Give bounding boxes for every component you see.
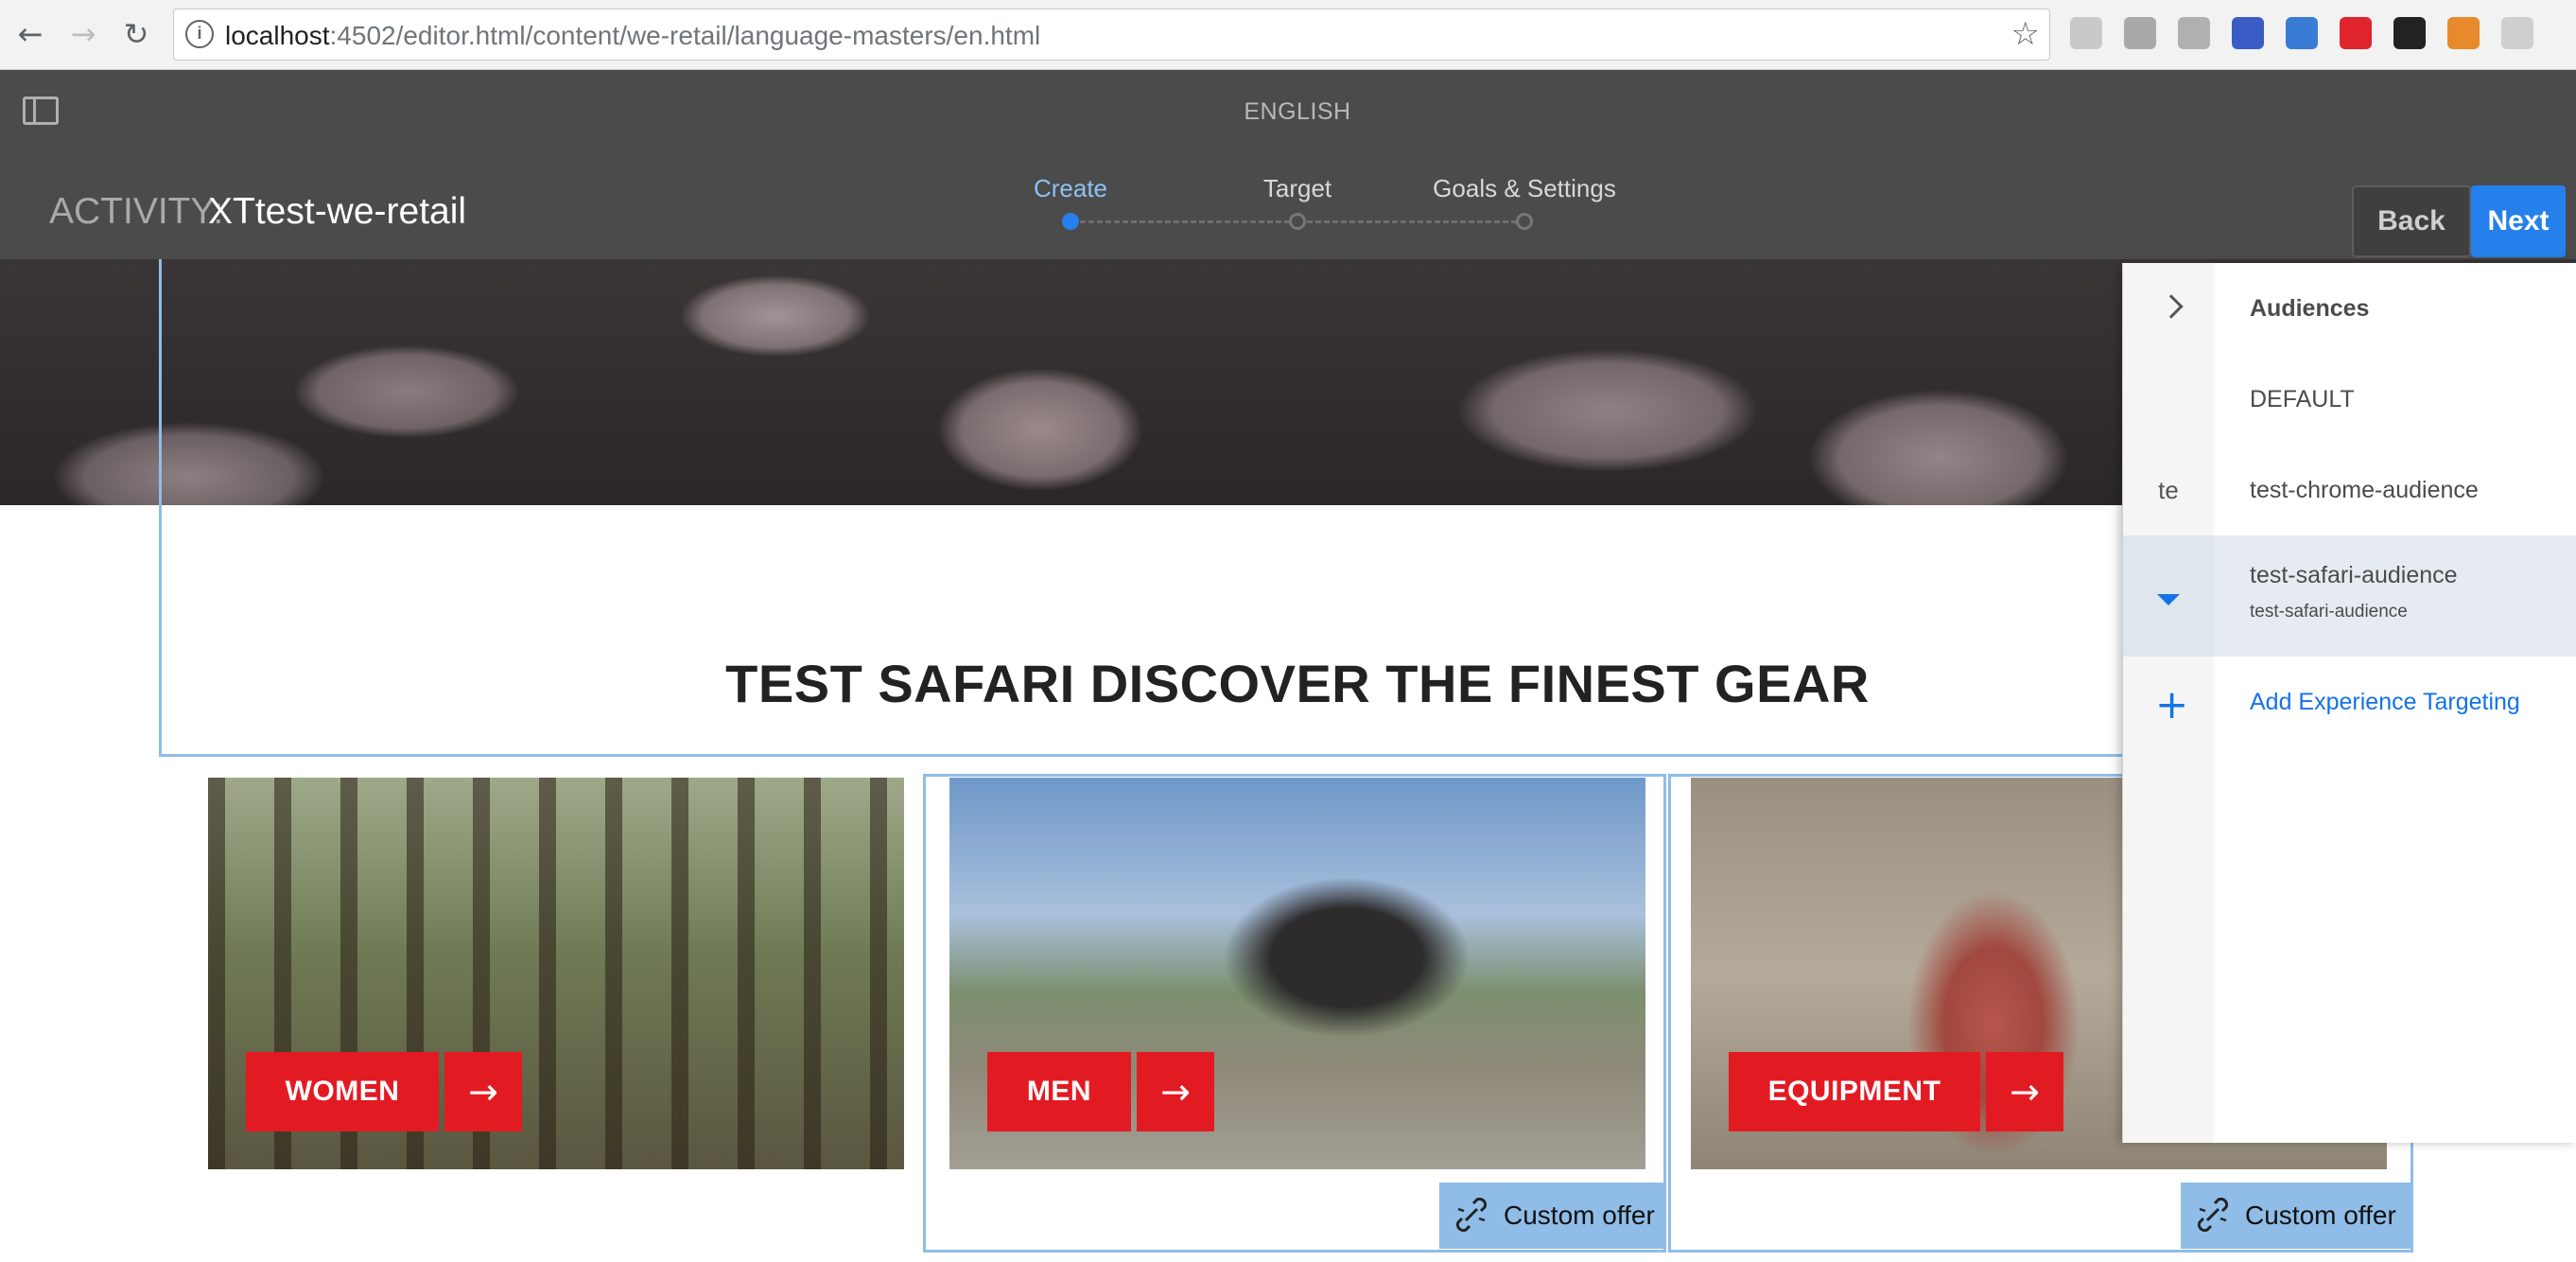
unlink-icon — [1455, 1198, 1488, 1232]
audiences-title: Audiences — [2250, 295, 2370, 322]
audience-row-gutter[interactable] — [2123, 535, 2214, 657]
browser-toolbar: ← → ↻ i localhost:4502/editor.html/conte… — [0, 0, 2576, 70]
step-dot-target — [1289, 213, 1306, 230]
audience-label: DEFAULT — [2250, 386, 2355, 412]
url-text[interactable]: localhost:4502/editor.html/content/we-re… — [225, 21, 1040, 51]
activity-label: ACTIVITY: — [49, 191, 224, 232]
triangle-down-icon — [2157, 594, 2180, 605]
forward-arrow-icon[interactable]: → — [64, 15, 102, 53]
audiences-header: Audiences — [2123, 263, 2576, 354]
address-bar[interactable]: i localhost:4502/editor.html/content/we-… — [173, 9, 2050, 61]
bookmark-star-icon[interactable]: ☆ — [2011, 15, 2040, 53]
reader-icon[interactable] — [2124, 17, 2156, 49]
equipment-arrow-icon[interactable]: → — [1986, 1052, 2063, 1131]
equipment-button[interactable]: EQUIPMENT — [1729, 1052, 1980, 1131]
audience-row-gutter — [2123, 354, 2214, 445]
add-icon-cell: + — [2123, 657, 2214, 747]
step-create[interactable]: Create — [1034, 174, 1107, 203]
url-host: localhost — [225, 21, 330, 50]
next-button[interactable]: Next — [2471, 185, 2566, 257]
audience-row-chrome[interactable]: te test-chrome-audience — [2123, 445, 2576, 535]
opera-icon[interactable] — [2340, 17, 2372, 49]
plus-icon: + — [2155, 681, 2189, 727]
audience-label: test-chrome-audience — [2250, 477, 2479, 503]
add-experience-targeting-label: Add Experience Targeting — [2250, 689, 2520, 715]
selection-border — [159, 754, 2135, 757]
collapse-panel-button[interactable] — [2123, 263, 2214, 354]
feather-icon[interactable] — [2501, 17, 2533, 49]
back-arrow-icon[interactable]: ← — [11, 15, 49, 53]
color-picker-icon[interactable] — [2447, 17, 2480, 49]
women-arrow-icon[interactable]: → — [444, 1052, 522, 1131]
info-icon[interactable]: i — [185, 20, 214, 48]
audience-label: test-safari-audience — [2250, 562, 2458, 588]
men-button[interactable]: MEN — [987, 1052, 1131, 1131]
tag-ext-icon[interactable] — [2286, 17, 2318, 49]
activity-wizard-bar: ACTIVITY: XTtest-we-retail Create Target… — [0, 148, 2576, 259]
editor-topbar: ENGLISH — [0, 70, 2576, 148]
qr-icon[interactable] — [2393, 17, 2426, 49]
custom-offer-badge[interactable]: Custom offer — [1439, 1183, 1664, 1249]
page-title: ENGLISH — [1244, 98, 1351, 125]
audience-row-gutter: te — [2158, 476, 2179, 504]
step-connector — [1080, 220, 1290, 223]
url-path: :4502/editor.html/content/we-retail/lang… — [329, 21, 1041, 50]
step-connector — [1307, 220, 1517, 223]
json-icon[interactable] — [2178, 17, 2210, 49]
men-arrow-icon[interactable]: → — [1137, 1052, 1214, 1131]
audience-sublabel: test-safari-audience — [2250, 602, 2408, 622]
chevron-right-icon — [2159, 294, 2184, 319]
audience-row-safari[interactable]: test-safari-audience test-safari-audienc… — [2123, 535, 2576, 657]
unlink-icon — [2197, 1198, 2229, 1232]
audiences-panel: Audiences DEFAULT te test-chrome-audienc… — [2122, 263, 2576, 1143]
audience-row-default[interactable]: DEFAULT — [2123, 354, 2576, 445]
step-target[interactable]: Target — [1263, 174, 1332, 203]
ublock-icon[interactable] — [2070, 17, 2102, 49]
step-dot-goals — [1516, 213, 1533, 230]
back-button[interactable]: Back — [2352, 185, 2471, 257]
activity-name: XTtest-we-retail — [208, 191, 467, 232]
custom-offer-label: Custom offer — [2245, 1201, 2396, 1230]
reload-icon[interactable]: ↻ — [117, 15, 155, 53]
step-goals-settings[interactable]: Goals & Settings — [1433, 174, 1616, 203]
women-button[interactable]: WOMEN — [246, 1052, 439, 1131]
bookmark-ext-icon[interactable] — [2232, 17, 2264, 49]
custom-offer-badge[interactable]: Custom offer — [2181, 1183, 2411, 1249]
custom-offer-label: Custom offer — [1504, 1201, 1655, 1230]
add-experience-targeting[interactable]: + Add Experience Targeting — [2123, 657, 2576, 747]
step-dot-create — [1062, 213, 1079, 230]
